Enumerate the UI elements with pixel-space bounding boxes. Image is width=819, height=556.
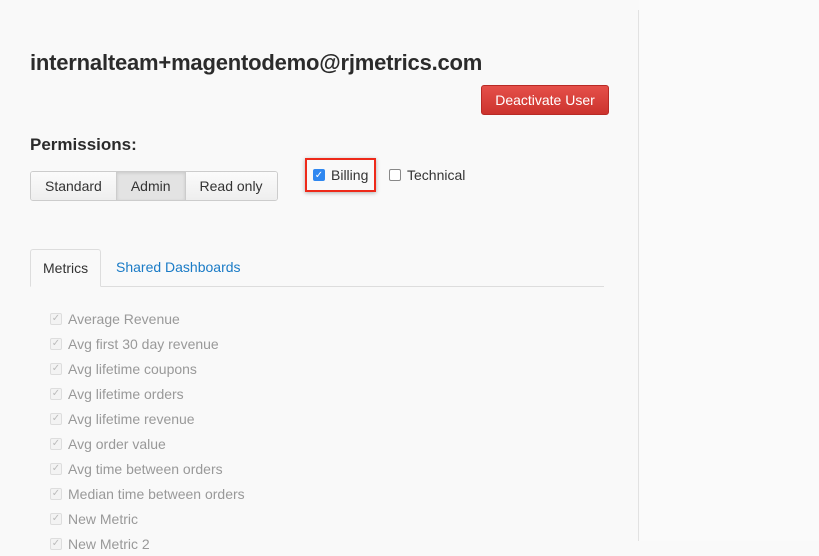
metric-list-item: ✓ Average Revenue xyxy=(50,306,245,331)
checkbox-disabled-checked-icon: ✓ xyxy=(50,487,62,500)
metric-label: Median time between orders xyxy=(68,485,245,502)
metric-list-item: ✓ Avg order value xyxy=(50,431,245,456)
checkbox-disabled-checked-icon: ✓ xyxy=(50,537,62,550)
metric-label: Avg time between orders xyxy=(68,460,223,477)
metric-label: New Metric xyxy=(68,510,139,527)
metric-label: Avg first 30 day revenue xyxy=(68,335,219,352)
user-email-heading: internalteam+magentodemo@rjmetrics.com xyxy=(30,50,483,75)
billing-label: Billing xyxy=(331,167,369,183)
right-panel xyxy=(639,0,819,541)
metric-label: Avg lifetime coupons xyxy=(68,360,197,377)
checkbox-checked-icon[interactable]: ✓ xyxy=(313,169,325,181)
checkbox-disabled-checked-icon: ✓ xyxy=(50,512,62,525)
checkbox-disabled-checked-icon: ✓ xyxy=(50,362,62,375)
metric-list-item: ✓ Avg lifetime revenue xyxy=(50,406,245,431)
role-read-only-button[interactable]: Read only xyxy=(185,172,277,200)
checkbox-unchecked-icon[interactable] xyxy=(389,169,401,181)
tab-shared-dashboards[interactable]: Shared Dashboards xyxy=(104,249,253,287)
metric-label: New Metric 2 xyxy=(68,535,150,552)
billing-checkbox[interactable]: ✓ Billing xyxy=(313,167,368,183)
checkbox-disabled-checked-icon: ✓ xyxy=(50,387,62,400)
technical-checkbox[interactable]: Technical xyxy=(389,167,465,183)
technical-label: Technical xyxy=(407,167,466,183)
metric-list-item: ✓ Avg lifetime orders xyxy=(50,381,245,406)
metric-label: Avg order value xyxy=(68,435,166,452)
metric-list-item: ✓ New Metric xyxy=(50,506,245,531)
deactivate-user-button[interactable]: Deactivate User xyxy=(481,85,609,115)
role-admin-button[interactable]: Admin xyxy=(116,172,186,200)
checkbox-disabled-checked-icon: ✓ xyxy=(50,437,62,450)
metric-list-item: ✓ New Metric 2 xyxy=(50,531,245,556)
permissions-heading: Permissions: xyxy=(30,135,137,154)
role-standard-button[interactable]: Standard xyxy=(31,172,117,200)
tab-bar: Metrics Shared Dashboards xyxy=(30,249,604,287)
checkbox-disabled-checked-icon: ✓ xyxy=(50,312,62,325)
metrics-list: ✓ Average Revenue ✓ Avg first 30 day revenu… xyxy=(50,306,245,556)
checkbox-disabled-checked-icon: ✓ xyxy=(50,412,62,425)
metric-list-item: ✓ Median time between orders xyxy=(50,481,245,506)
metric-label: Average Revenue xyxy=(68,310,180,327)
role-segmented-control: Standard Admin Read only xyxy=(30,171,278,201)
tab-metrics[interactable]: Metrics xyxy=(30,249,102,287)
metric-list-item: ✓ Avg first 30 day revenue xyxy=(50,331,245,356)
checkbox-disabled-checked-icon: ✓ xyxy=(50,337,62,350)
metric-label: Avg lifetime revenue xyxy=(68,410,195,427)
checkbox-disabled-checked-icon: ✓ xyxy=(50,462,62,475)
metric-label: Avg lifetime orders xyxy=(68,385,184,402)
metric-list-item: ✓ Avg time between orders xyxy=(50,456,245,481)
metric-list-item: ✓ Avg lifetime coupons xyxy=(50,356,245,381)
